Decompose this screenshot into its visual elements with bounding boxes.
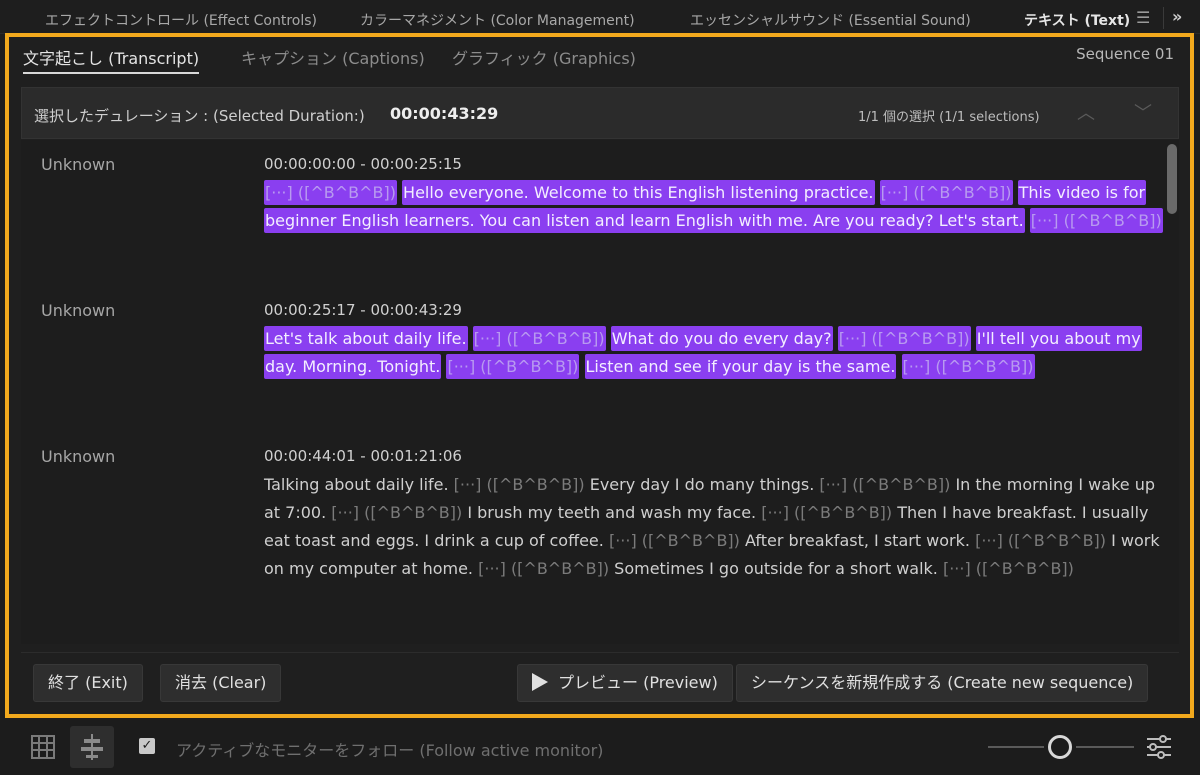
text-panel: 文字起こし (Transcript) キャプション (Captions) グラフ… bbox=[5, 33, 1194, 718]
pause-marker[interactable]: [···] ([^B^B^B]) bbox=[454, 475, 585, 494]
panel-tab-strip: エフェクトコントロール (Effect Controls) カラーマネジメント … bbox=[0, 0, 1200, 34]
text-panel-tabs: 文字起こし (Transcript) キャプション (Captions) グラフ… bbox=[9, 37, 1190, 81]
entry-text[interactable]: [···] ([^B^B^B]) Hello everyone. Welcome… bbox=[264, 179, 1164, 235]
play-icon bbox=[532, 673, 548, 691]
pause-marker[interactable]: [···] ([^B^B^B]) bbox=[819, 475, 950, 494]
entry-text[interactable]: Talking about daily life. [···] ([^B^B^B… bbox=[264, 471, 1164, 583]
transcript-list[interactable]: Unknown 00:00:00:00 - 00:00:25:15 [···] … bbox=[21, 140, 1179, 644]
zoom-slider-track[interactable] bbox=[988, 746, 1044, 748]
pause-marker[interactable]: [···] ([^B^B^B]) bbox=[879, 180, 1013, 205]
tab-text[interactable]: テキスト (Text) bbox=[1024, 10, 1130, 30]
tab-color-management[interactable]: カラーマネジメント (Color Management) bbox=[360, 10, 635, 30]
pause-marker[interactable]: [···] ([^B^B^B]) bbox=[264, 180, 397, 205]
transcript-segment[interactable]: Listen and see if your day is the same. bbox=[584, 354, 897, 379]
sequence-name: Sequence 01 bbox=[1076, 45, 1174, 63]
transcript-segment[interactable]: I brush my teeth and wash my face. bbox=[467, 503, 756, 522]
transcript-segment[interactable]: Hello everyone. Welcome to this English … bbox=[402, 180, 875, 205]
double-chevron-right-icon[interactable]: » bbox=[1172, 7, 1182, 26]
pause-marker[interactable]: [···] ([^B^B^B]) bbox=[609, 531, 740, 550]
entry-timecode: 00:00:25:17 - 00:00:43:29 bbox=[264, 301, 462, 319]
transcript-segment[interactable]: What do you do every day? bbox=[610, 326, 833, 351]
pause-marker[interactable]: [···] ([^B^B^B]) bbox=[837, 326, 971, 351]
speaker-label[interactable]: Unknown bbox=[41, 155, 115, 174]
preview-button-label: プレビュー (Preview) bbox=[558, 673, 718, 692]
pause-marker[interactable]: [···] ([^B^B^B]) bbox=[975, 531, 1106, 550]
selection-count: 1/1 個の選択 (1/1 selections) bbox=[858, 110, 1040, 125]
create-sequence-button[interactable]: シーケンスを新規作成する (Create new sequence) bbox=[736, 664, 1149, 702]
entry-timecode: 00:00:00:00 - 00:00:25:15 bbox=[264, 155, 462, 173]
panel-footer: 終了 (Exit) 消去 (Clear) プレビュー (Preview) シーケ… bbox=[21, 652, 1179, 710]
tab-graphics[interactable]: グラフィック (Graphics) bbox=[452, 45, 636, 69]
pause-marker[interactable]: [···] ([^B^B^B]) bbox=[446, 354, 580, 379]
pause-marker[interactable]: [···] ([^B^B^B]) bbox=[761, 503, 892, 522]
pause-marker[interactable]: [···] ([^B^B^B]) bbox=[943, 559, 1074, 578]
pause-marker[interactable]: [···] ([^B^B^B]) bbox=[331, 503, 462, 522]
chevron-up-icon[interactable]: ︿ bbox=[1077, 99, 1095, 125]
pause-marker[interactable]: [···] ([^B^B^B]) bbox=[901, 354, 1035, 379]
pause-marker[interactable]: [···] ([^B^B^B]) bbox=[1029, 208, 1163, 233]
transcript-segment[interactable]: After breakfast, I start work. bbox=[745, 531, 970, 550]
follow-monitor-label: アクティブなモニターをフォロー (Follow active monitor) bbox=[176, 741, 604, 760]
entry-timecode: 00:00:44:01 - 00:01:21:06 bbox=[264, 447, 462, 465]
follow-monitor-checkbox[interactable]: ✓ bbox=[139, 738, 155, 754]
preview-button[interactable]: プレビュー (Preview) bbox=[517, 664, 733, 702]
align-center-icon[interactable] bbox=[70, 726, 114, 768]
pause-marker[interactable]: [···] ([^B^B^B]) bbox=[472, 326, 606, 351]
selected-duration-bar: 選択したデュレーション : (Selected Duration:) 00:00… bbox=[21, 87, 1179, 139]
speaker-label[interactable]: Unknown bbox=[41, 301, 115, 320]
transcript-segment[interactable]: Talking about daily life. bbox=[264, 475, 449, 494]
pause-marker[interactable]: [···] ([^B^B^B]) bbox=[478, 559, 609, 578]
selected-duration-label: 選択したデュレーション : (Selected Duration:) bbox=[34, 107, 365, 125]
clear-button[interactable]: 消去 (Clear) bbox=[160, 664, 282, 702]
divider bbox=[1163, 7, 1164, 29]
hamburger-icon[interactable]: ☰ bbox=[1136, 8, 1150, 27]
entry-text[interactable]: Let's talk about daily life. [···] ([^B^… bbox=[264, 325, 1164, 381]
tab-effect-controls[interactable]: エフェクトコントロール (Effect Controls) bbox=[45, 10, 317, 30]
transcript-segment[interactable]: Let's talk about daily life. bbox=[264, 326, 468, 351]
scrollbar[interactable] bbox=[1167, 144, 1177, 214]
chevron-down-icon[interactable]: ﹀ bbox=[1134, 99, 1152, 125]
settings-sliders-icon[interactable] bbox=[1144, 733, 1174, 761]
layout-grid-icon[interactable] bbox=[22, 726, 66, 768]
transcript-segment[interactable]: Sometimes I go outside for a short walk. bbox=[614, 559, 938, 578]
zoom-slider-handle[interactable] bbox=[1048, 735, 1072, 759]
bottom-toolbar: ✓ アクティブなモニターをフォロー (Follow active monitor… bbox=[0, 720, 1200, 775]
speaker-label[interactable]: Unknown bbox=[41, 447, 115, 466]
exit-button[interactable]: 終了 (Exit) bbox=[33, 664, 143, 702]
tab-essential-sound[interactable]: エッセンシャルサウンド (Essential Sound) bbox=[690, 10, 971, 30]
tab-captions[interactable]: キャプション (Captions) bbox=[241, 45, 425, 69]
selected-duration-value: 00:00:43:29 bbox=[390, 104, 499, 123]
zoom-slider-track[interactable] bbox=[1076, 746, 1134, 748]
tab-transcript[interactable]: 文字起こし (Transcript) bbox=[23, 45, 200, 74]
transcript-segment[interactable]: Every day I do many things. bbox=[590, 475, 815, 494]
